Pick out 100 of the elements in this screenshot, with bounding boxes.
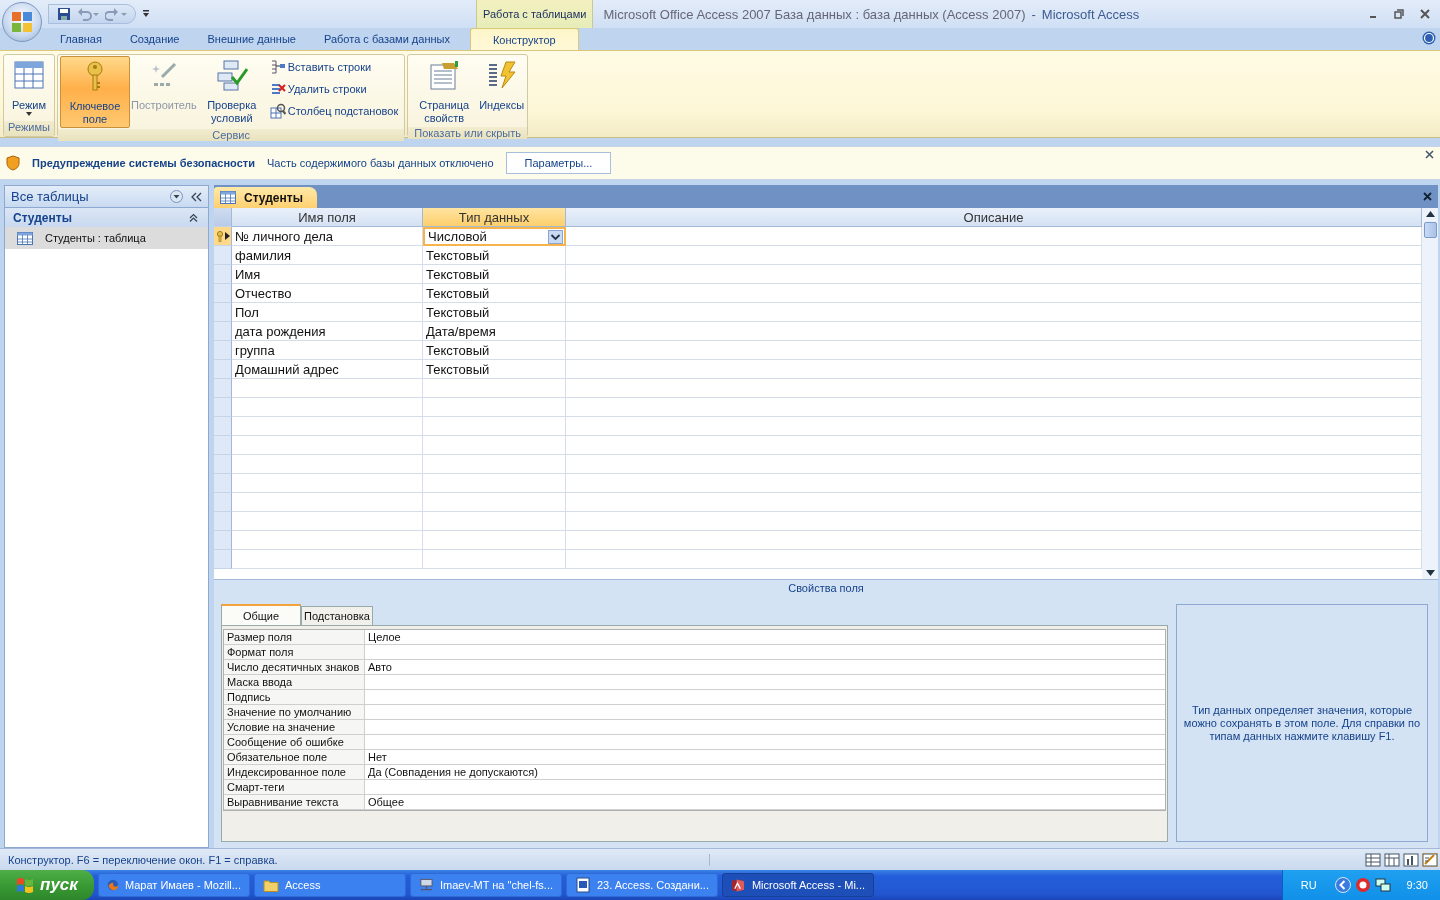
- pivot-table-icon[interactable]: [1384, 852, 1400, 867]
- datasheet-view-icon[interactable]: [1365, 852, 1381, 867]
- taskbar-button[interactable]: Microsoft Access - Mi...: [722, 873, 874, 897]
- network-icon[interactable]: [1374, 877, 1391, 893]
- empty-cell[interactable]: [566, 455, 1422, 474]
- ribbon-button[interactable]: Ключевое поле: [60, 56, 130, 128]
- data-type-cell[interactable]: Числовой: [423, 227, 566, 246]
- taskbar-button[interactable]: 23. Access. Создани...: [566, 873, 718, 897]
- empty-cell[interactable]: [566, 512, 1422, 531]
- undo-icon[interactable]: [77, 7, 99, 21]
- help-icon[interactable]: [1422, 31, 1436, 45]
- field-name-cell[interactable]: Пол: [232, 303, 423, 322]
- close-icon[interactable]: [1420, 9, 1430, 19]
- vertical-scrollbar[interactable]: [1422, 208, 1438, 579]
- scroll-thumb[interactable]: [1423, 222, 1437, 238]
- ribbon-button[interactable]: Столбец подстановок: [269, 102, 399, 120]
- redo-icon[interactable]: [105, 7, 127, 21]
- chevron-icon[interactable]: [1334, 877, 1351, 893]
- scroll-up-icon[interactable]: [1425, 211, 1435, 217]
- group-title[interactable]: Студенты: [13, 210, 72, 225]
- empty-cell[interactable]: [423, 436, 566, 455]
- document-tab[interactable]: Студенты: [214, 187, 317, 208]
- field-name-cell[interactable]: группа: [232, 341, 423, 360]
- field-name-cell[interactable]: дата рождения: [232, 322, 423, 341]
- empty-cell[interactable]: [423, 417, 566, 436]
- collapse-icon[interactable]: [191, 191, 202, 202]
- ribbon-button[interactable]: Индексы: [478, 56, 526, 126]
- property-value[interactable]: Нет: [365, 750, 1165, 764]
- collapse-icon[interactable]: [189, 213, 198, 222]
- empty-cell[interactable]: [423, 550, 566, 569]
- office-button[interactable]: [2, 2, 42, 42]
- ribbon-button[interactable]: Проверка условий: [197, 56, 266, 128]
- data-type-cell[interactable]: Дата/время: [423, 322, 566, 341]
- customize-icon[interactable]: [142, 9, 150, 19]
- scroll-down-icon[interactable]: [1425, 570, 1435, 576]
- design-view-icon[interactable]: [1422, 852, 1438, 867]
- empty-cell[interactable]: [423, 379, 566, 398]
- property-value[interactable]: Целое: [365, 630, 1165, 644]
- options-button[interactable]: Параметры...: [505, 152, 612, 174]
- taskbar-button[interactable]: Imaev-MT на "chel-fs...: [410, 873, 562, 897]
- restore-icon[interactable]: [1394, 9, 1404, 19]
- ribbon-button[interactable]: Страница свойств: [410, 56, 479, 126]
- ribbon-button[interactable]: Режим: [6, 56, 52, 120]
- empty-cell[interactable]: [566, 550, 1422, 569]
- empty-cell[interactable]: [566, 379, 1422, 398]
- properties-tab[interactable]: Общие: [221, 604, 301, 625]
- pivot-chart-icon[interactable]: [1403, 852, 1419, 867]
- field-name-cell[interactable]: Домашний адрес: [232, 360, 423, 379]
- description-cell[interactable]: [566, 246, 1422, 265]
- ribbon-button[interactable]: Удалить строки: [269, 80, 399, 98]
- description-cell[interactable]: [566, 265, 1422, 284]
- navigation-item[interactable]: Студенты : таблица: [5, 227, 208, 249]
- data-type-cell[interactable]: Текстовый: [423, 265, 566, 284]
- empty-cell[interactable]: [423, 474, 566, 493]
- data-type-cell[interactable]: Текстовый: [423, 303, 566, 322]
- property-value[interactable]: Общее: [365, 795, 1165, 809]
- empty-cell[interactable]: [423, 512, 566, 531]
- description-cell[interactable]: [566, 360, 1422, 379]
- properties-tab[interactable]: Подстановка: [301, 606, 373, 625]
- antivirus-icon[interactable]: [1354, 877, 1371, 893]
- field-name-cell[interactable]: № личного дела: [232, 227, 423, 246]
- ribbon-tab[interactable]: Конструктор: [469, 28, 579, 50]
- close-icon[interactable]: [1423, 192, 1432, 201]
- property-value[interactable]: Авто: [365, 660, 1165, 674]
- empty-cell[interactable]: [566, 417, 1422, 436]
- empty-cell[interactable]: [566, 436, 1422, 455]
- navigation-title[interactable]: Все таблицы: [11, 189, 162, 204]
- description-cell[interactable]: [566, 284, 1422, 303]
- property-value[interactable]: Да (Совпадения не допускаются): [365, 765, 1165, 779]
- ribbon-tab[interactable]: Главная: [46, 28, 116, 50]
- empty-cell[interactable]: [566, 398, 1422, 417]
- empty-cell[interactable]: [566, 531, 1422, 550]
- taskbar-button[interactable]: Access: [254, 873, 406, 897]
- empty-cell[interactable]: [423, 493, 566, 512]
- data-type-cell[interactable]: Текстовый: [423, 360, 566, 379]
- field-name-cell[interactable]: Отчество: [232, 284, 423, 303]
- empty-cell[interactable]: [423, 398, 566, 417]
- row-selector[interactable]: [214, 227, 232, 246]
- data-type-cell[interactable]: Текстовый: [423, 246, 566, 265]
- empty-cell[interactable]: [423, 531, 566, 550]
- data-type-cell[interactable]: Текстовый: [423, 341, 566, 360]
- empty-cell[interactable]: [423, 455, 566, 474]
- empty-cell[interactable]: [566, 474, 1422, 493]
- ribbon-tab[interactable]: Внешние данные: [193, 28, 310, 50]
- ribbon-tab[interactable]: Работа с базами данных: [309, 28, 464, 50]
- dropdown-icon[interactable]: [548, 229, 563, 244]
- ribbon-tab[interactable]: Создание: [115, 28, 194, 50]
- description-cell[interactable]: [566, 322, 1422, 341]
- start-button[interactable]: пуск: [0, 870, 94, 900]
- description-cell[interactable]: [566, 303, 1422, 322]
- dropdown-icon[interactable]: [170, 190, 183, 203]
- field-name-cell[interactable]: Имя: [232, 265, 423, 284]
- taskbar-button[interactable]: Марат Имаев - Mozill...: [98, 873, 250, 897]
- close-icon[interactable]: [1425, 150, 1434, 159]
- ribbon-button[interactable]: Вставить строки: [269, 58, 399, 76]
- field-name-cell[interactable]: фамилия: [232, 246, 423, 265]
- description-cell[interactable]: [566, 227, 1422, 246]
- data-type-cell[interactable]: Текстовый: [423, 284, 566, 303]
- empty-cell[interactable]: [566, 493, 1422, 512]
- description-cell[interactable]: [566, 341, 1422, 360]
